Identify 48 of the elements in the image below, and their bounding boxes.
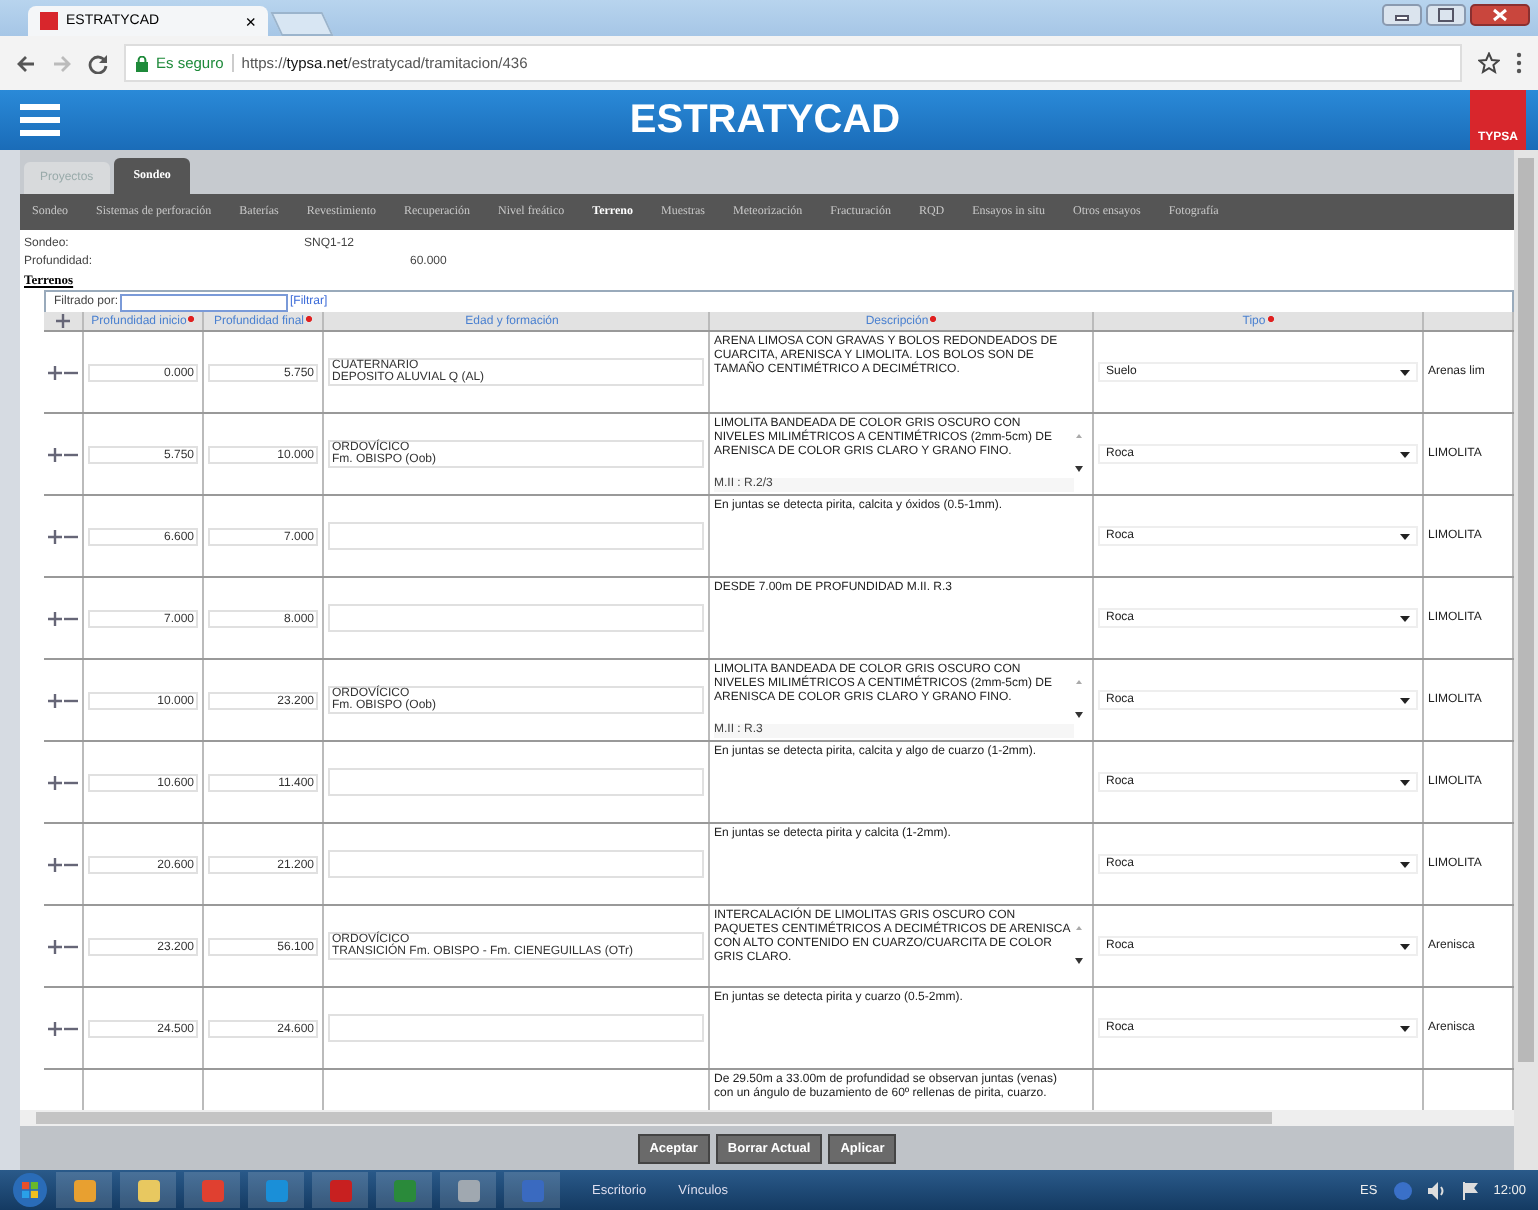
caret-icon bbox=[1400, 369, 1410, 376]
caret-icon bbox=[1400, 533, 1410, 540]
add-icon[interactable] bbox=[48, 1021, 62, 1036]
formation-field[interactable] bbox=[328, 850, 704, 879]
caret-icon bbox=[1400, 615, 1410, 622]
add-icon[interactable] bbox=[48, 611, 62, 626]
taskbar-app-icon[interactable] bbox=[56, 1172, 112, 1208]
caret-icon bbox=[1400, 1025, 1410, 1032]
favicon-icon bbox=[40, 12, 58, 30]
add-icon[interactable] bbox=[48, 447, 62, 462]
star-icon[interactable] bbox=[1478, 52, 1500, 74]
vertical-scrollbar[interactable] bbox=[1514, 150, 1538, 1170]
formation-field[interactable] bbox=[328, 1014, 704, 1043]
caret-icon bbox=[1400, 861, 1410, 868]
formation-field[interactable] bbox=[328, 604, 704, 633]
formation-field[interactable] bbox=[328, 768, 704, 797]
add-icon[interactable] bbox=[48, 529, 62, 544]
horizontal-scrollbar[interactable] bbox=[20, 1110, 1514, 1126]
taskbar-app-icon[interactable] bbox=[120, 1172, 176, 1208]
scroll-arrows-icon[interactable] bbox=[1074, 430, 1084, 475]
caret-icon bbox=[1400, 943, 1410, 950]
flag-icon[interactable] bbox=[1461, 1181, 1478, 1199]
lock-icon bbox=[136, 55, 148, 71]
add-icon[interactable] bbox=[48, 775, 62, 790]
add-icon[interactable] bbox=[48, 365, 62, 380]
add-icon[interactable] bbox=[48, 857, 62, 872]
formation-field[interactable] bbox=[328, 522, 704, 551]
close-icon[interactable] bbox=[1470, 4, 1530, 26]
more-icon[interactable] bbox=[1516, 52, 1522, 74]
volume-icon[interactable] bbox=[1427, 1181, 1446, 1199]
caret-icon bbox=[1400, 779, 1410, 786]
add-icon[interactable] bbox=[48, 693, 62, 708]
reload-icon[interactable] bbox=[88, 53, 108, 73]
back-icon[interactable] bbox=[16, 53, 36, 73]
menu-icon[interactable] bbox=[20, 104, 60, 136]
close-tab-button[interactable]: × bbox=[245, 11, 256, 31]
caret-icon bbox=[1400, 451, 1410, 458]
app-title: ESTRATYCAD bbox=[627, 97, 903, 143]
start-icon[interactable] bbox=[12, 1172, 48, 1208]
filter-field[interactable] bbox=[120, 293, 289, 312]
scroll-arrows-icon[interactable] bbox=[1074, 676, 1084, 721]
maximize-icon[interactable] bbox=[1426, 4, 1466, 26]
minimize-icon[interactable] bbox=[1382, 4, 1422, 26]
caret-icon bbox=[1400, 697, 1410, 704]
add-icon[interactable] bbox=[56, 314, 70, 329]
add-icon[interactable] bbox=[48, 939, 62, 954]
taskbar-app-icon[interactable] bbox=[440, 1172, 496, 1208]
scroll-arrows-icon[interactable] bbox=[1074, 922, 1084, 967]
